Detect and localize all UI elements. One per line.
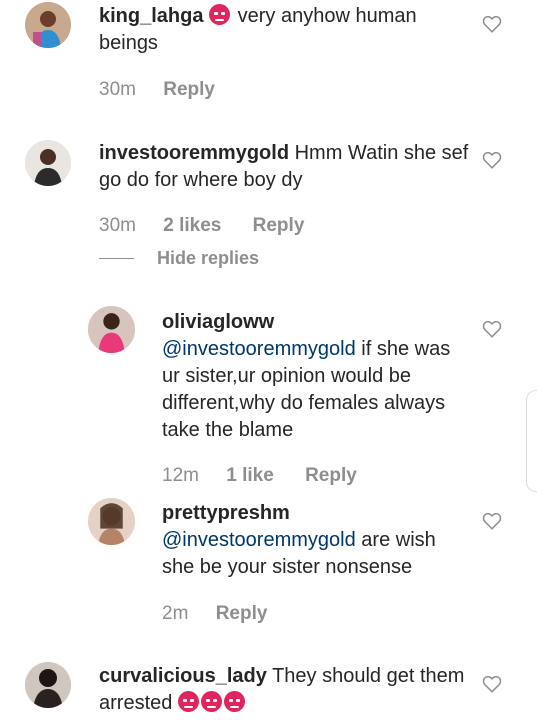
username[interactable]: prettypreshm [162, 500, 462, 527]
comment-king-lahga: king_lahga very anyhow human beings 30m … [0, 0, 537, 115]
comment-meta: 30m 2 likes Reply [99, 215, 304, 237]
heart-icon[interactable] [482, 151, 502, 169]
reply-button[interactable]: Reply [305, 465, 357, 486]
mention-link[interactable]: @investooremmygold [162, 338, 356, 360]
reply-button[interactable]: Reply [163, 79, 215, 100]
avatar-photo [88, 306, 135, 353]
heart-icon[interactable] [482, 320, 502, 338]
reply-button[interactable]: Reply [253, 215, 305, 236]
reply-text: prettypreshm @investooremmygold are wish… [162, 500, 462, 581]
heart-icon[interactable] [482, 15, 502, 33]
comment-text: investooremmygold Hmm Watin she sef go d… [99, 140, 469, 194]
avatar[interactable] [25, 662, 71, 708]
mention-link[interactable]: @investooremmygold [162, 529, 356, 551]
avatar-photo [25, 2, 71, 48]
reply-text: oliviagloww @investooremmygold if she wa… [162, 309, 462, 444]
avatar[interactable] [25, 140, 71, 186]
comment-text: king_lahga very anyhow human beings [99, 3, 459, 57]
reply-avatar[interactable] [88, 498, 135, 545]
comment-meta: 30m Reply [99, 79, 215, 101]
username[interactable]: oliviagloww [162, 309, 462, 336]
hide-replies-button[interactable]: Hide replies [99, 248, 259, 269]
comment-text: curvalicious_lady They should get them a… [99, 663, 469, 717]
avatar-photo [25, 140, 71, 186]
reply-button[interactable]: Reply [216, 603, 268, 624]
angry-face-emoji-icon [177, 691, 199, 712]
avatar[interactable] [25, 2, 71, 48]
hide-replies-label[interactable]: Hide replies [157, 248, 259, 269]
heart-icon[interactable] [482, 512, 502, 530]
reply-avatar[interactable] [88, 306, 135, 353]
heart-icon[interactable] [482, 675, 502, 693]
timestamp: 2m [162, 603, 189, 624]
angry-face-emoji-icon [223, 691, 245, 712]
username[interactable]: investooremmygold [99, 142, 289, 164]
username[interactable]: curvalicious_lady [99, 665, 267, 687]
avatar-photo [88, 498, 135, 545]
avatar-photo [25, 662, 71, 708]
timestamp: 30m [99, 215, 136, 236]
angry-face-emoji-icon [200, 691, 222, 712]
angry-face-emoji-icon [209, 4, 231, 25]
username[interactable]: king_lahga [99, 5, 203, 27]
divider-line [99, 258, 134, 259]
likes-count[interactable]: 2 likes [163, 215, 221, 236]
timestamp: 12m [162, 465, 199, 486]
likes-count[interactable]: 1 like [226, 465, 274, 486]
scroll-edge-handle[interactable] [526, 390, 537, 492]
reply-meta: 12m 1 like Reply [162, 465, 357, 487]
reply-meta: 2m Reply [162, 603, 267, 625]
timestamp: 30m [99, 79, 136, 100]
